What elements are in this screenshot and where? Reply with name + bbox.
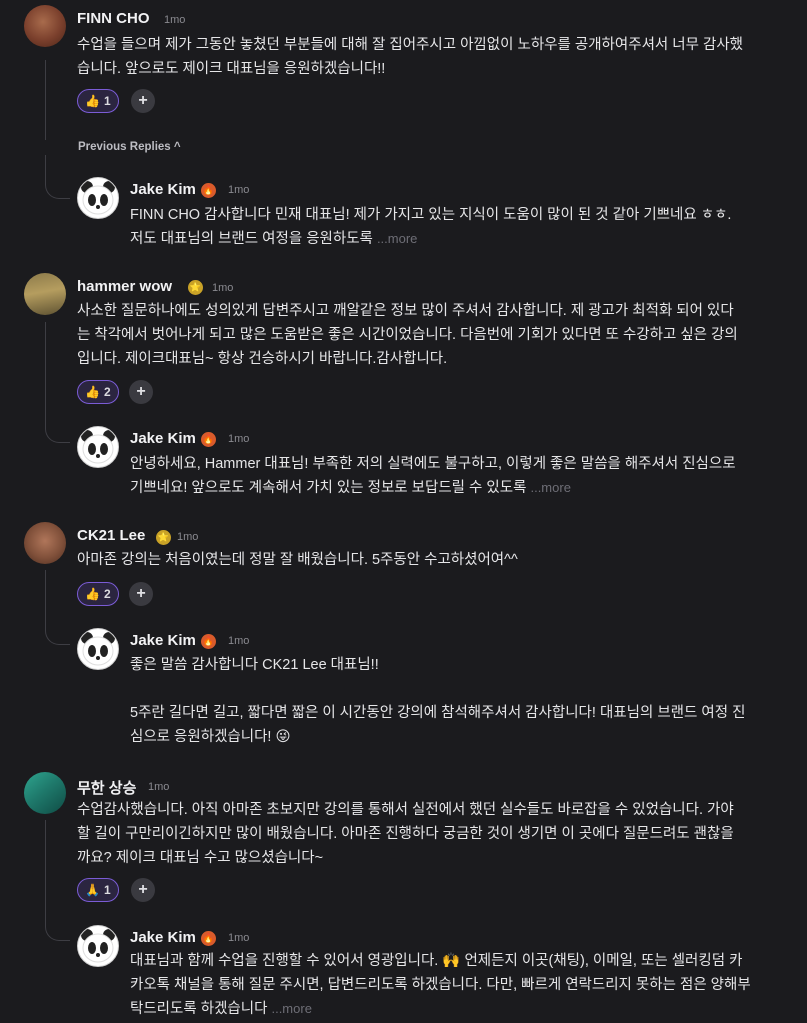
reply-connector	[45, 916, 70, 941]
panda-icon	[81, 181, 115, 215]
reaction-count: 1	[103, 94, 111, 108]
avatar-finn-cho[interactable]	[24, 5, 66, 47]
reaction-count: 2	[103, 587, 111, 601]
comment-time: 1mo	[164, 14, 186, 26]
avatar-jake-kim[interactable]	[77, 177, 119, 219]
reply-time: 1mo	[228, 635, 250, 647]
reply-author[interactable]: Jake Kim	[130, 430, 196, 447]
folded-hands-icon: 🙏	[85, 883, 100, 897]
reply-text: FINN CHO 감사합니다 민재 대표님! 제가 가지고 있는 지식이 도움이…	[130, 207, 732, 247]
add-reaction-button[interactable]: +	[129, 380, 153, 404]
fire-badge-icon: 🔥	[201, 634, 216, 649]
avatar-jake-kim[interactable]	[77, 426, 119, 468]
thumbs-up-icon: 👍	[85, 587, 100, 601]
reply-time: 1mo	[228, 184, 250, 196]
comment-author[interactable]: 무한 상승	[77, 777, 136, 798]
reply-author[interactable]: Jake Kim	[130, 632, 196, 649]
reply-text: 좋은 말씀 감사합니다 CK21 Lee 대표님!! 5주란 길다면 길고, 짧…	[130, 657, 746, 745]
reply-author[interactable]: Jake Kim	[130, 929, 196, 946]
add-reaction-button[interactable]: +	[131, 878, 155, 902]
thread-line	[45, 60, 46, 140]
avatar-jake-kim[interactable]	[77, 628, 119, 670]
more-link[interactable]: ...more	[271, 1001, 311, 1016]
thumbs-up-icon: 👍	[85, 94, 100, 108]
comment-time: 1mo	[177, 531, 199, 543]
panda-icon	[81, 430, 115, 464]
reply-connector	[45, 620, 70, 645]
add-reaction-button[interactable]: +	[131, 89, 155, 113]
reply-time: 1mo	[228, 433, 250, 445]
add-reaction-button[interactable]: +	[129, 582, 153, 606]
comment-time: 1mo	[212, 282, 234, 294]
reply-text: 대표님과 함께 수업을 진행할 수 있어서 영광입니다. 🙌 언제든지 이곳(채…	[130, 953, 751, 1017]
avatar-jake-kim[interactable]	[77, 925, 119, 967]
reply-connector	[45, 418, 70, 443]
thread-line	[45, 322, 46, 422]
more-link[interactable]: ...more	[377, 231, 417, 246]
fire-badge-icon: 🔥	[201, 183, 216, 198]
star-badge-icon: ⭐	[156, 530, 171, 545]
reaction-count: 1	[103, 883, 111, 897]
fire-badge-icon: 🔥	[201, 931, 216, 946]
comment-author[interactable]: hammer wow	[77, 278, 172, 295]
reply-author[interactable]: Jake Kim	[130, 181, 196, 198]
thread-line	[45, 570, 46, 624]
previous-replies-toggle[interactable]: Previous Replies ^	[78, 141, 181, 153]
reply-time: 1mo	[228, 932, 250, 944]
reaction-thumbs-up[interactable]: 👍 2	[77, 582, 119, 606]
reaction-thumbs-up[interactable]: 👍 1	[77, 89, 119, 113]
more-link[interactable]: ...more	[530, 480, 570, 495]
star-badge-icon: ⭐	[188, 280, 203, 295]
comment-text: 사소한 질문하나에도 성의있게 답변주시고 깨알같은 정보 많이 주셔서 감사합…	[77, 303, 738, 367]
panda-icon	[81, 929, 115, 963]
thumbs-up-icon: 👍	[85, 385, 100, 399]
comment-text: 수업감사했습니다. 아직 아마존 초보지만 강의를 통해서 실전에서 했던 실수…	[77, 802, 734, 866]
fire-badge-icon: 🔥	[201, 432, 216, 447]
avatar-ck21-lee[interactable]	[24, 522, 66, 564]
comment-text: 수업을 들으며 제가 그동안 놓쳤던 부분들에 대해 잘 집어주시고 아낌없이 …	[77, 37, 744, 77]
comment-author[interactable]: CK21 Lee	[77, 527, 145, 544]
reaction-thumbs-up[interactable]: 👍 2	[77, 380, 119, 404]
reply-connector	[45, 174, 70, 199]
reply-text: 안녕하세요, Hammer 대표님! 부족한 저의 실력에도 불구하고, 이렇게…	[130, 456, 736, 496]
panda-icon	[81, 632, 115, 666]
avatar-muhan-sangseung[interactable]	[24, 772, 66, 814]
comment-author[interactable]: FINN CHO	[77, 10, 150, 27]
avatar-hammer-wow[interactable]	[24, 273, 66, 315]
comment-text: 아마존 강의는 처음이였는데 정말 잘 배웠습니다. 5주동안 수고하셨어여^^	[77, 552, 518, 568]
thread-line	[45, 820, 46, 920]
comment-time: 1mo	[148, 781, 170, 793]
reaction-count: 2	[103, 385, 111, 399]
reaction-folded-hands[interactable]: 🙏 1	[77, 878, 119, 902]
